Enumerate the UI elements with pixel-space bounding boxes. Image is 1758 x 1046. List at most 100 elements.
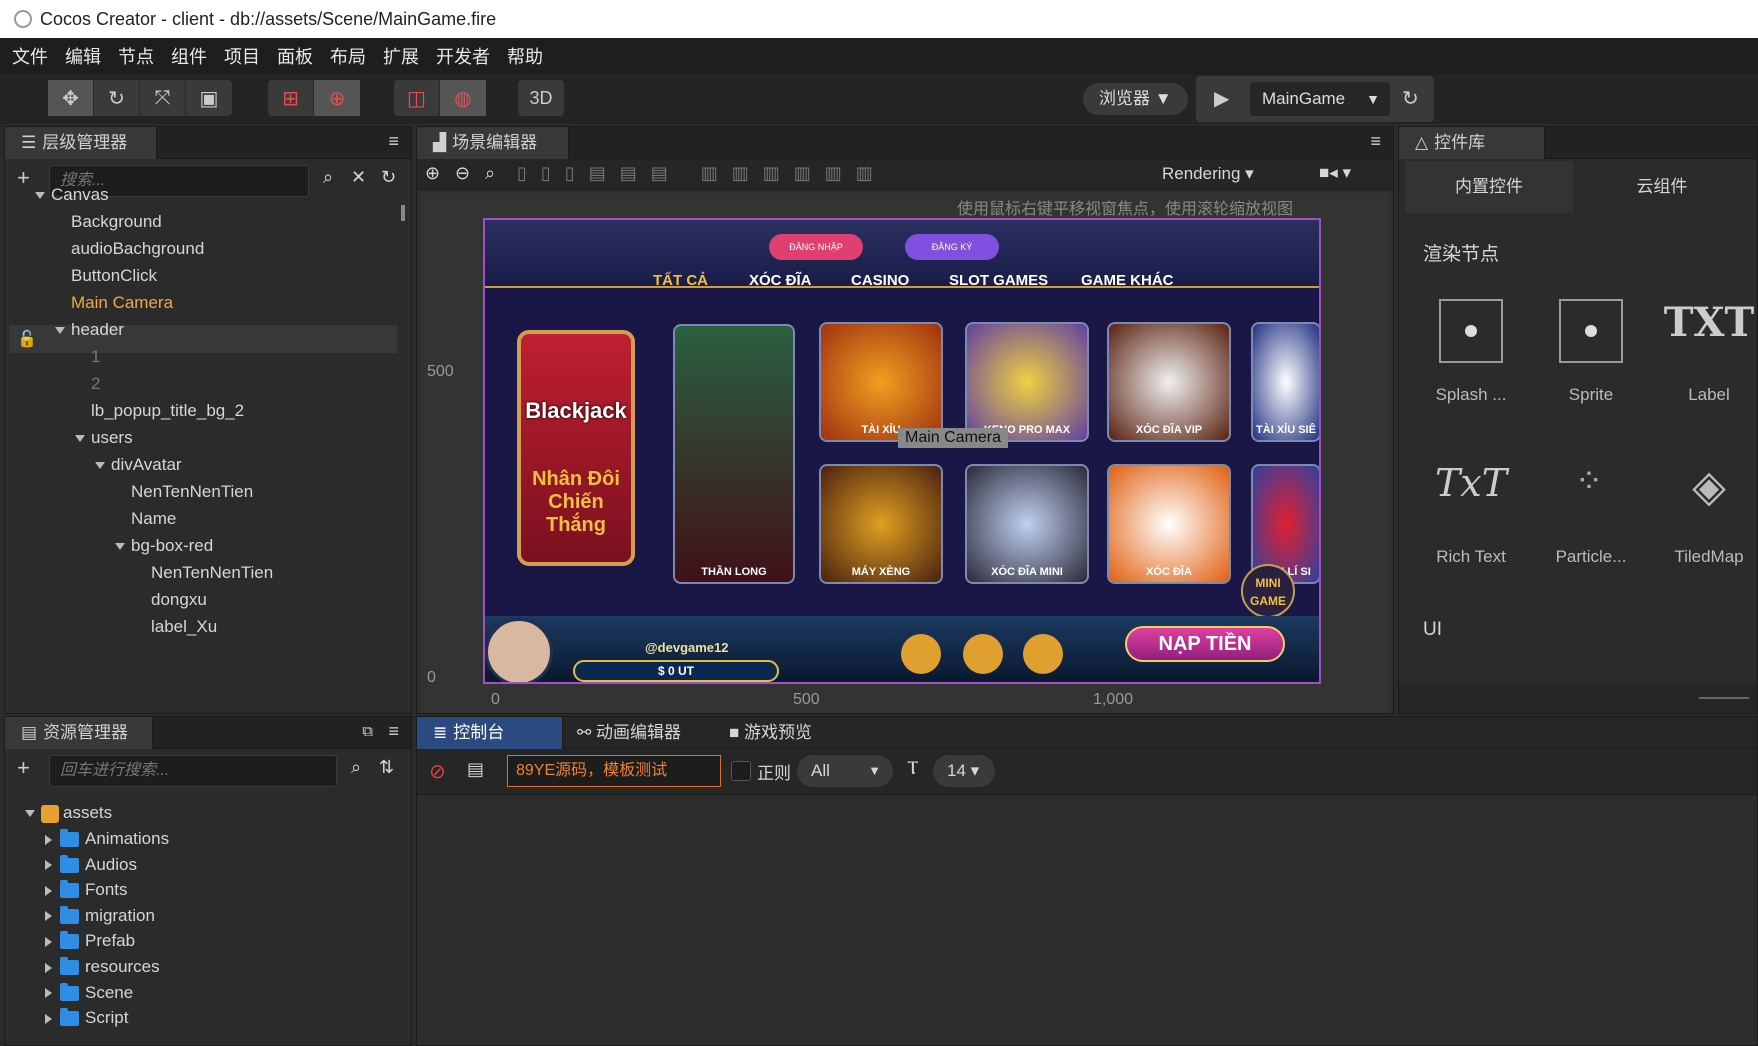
- zoom-in-icon[interactable]: ⊕: [425, 163, 440, 184]
- assets-root[interactable]: assets: [25, 803, 112, 823]
- game-tile-keno[interactable]: KENO PRO MAX: [965, 322, 1089, 442]
- expand-arrow-icon[interactable]: [95, 462, 105, 470]
- pivot-icon[interactable]: ⊞: [268, 80, 314, 116]
- refresh-icon[interactable]: ↻: [381, 167, 396, 188]
- asset-folder[interactable]: Prefab: [45, 931, 135, 951]
- expand-arrow-icon[interactable]: [35, 192, 45, 200]
- menu-panel[interactable]: 面板: [277, 43, 313, 69]
- menu-component[interactable]: 组件: [171, 43, 207, 69]
- scrollbar[interactable]: [401, 205, 405, 221]
- game-tab-all[interactable]: TẤT CẢ: [653, 272, 708, 289]
- tab-builtin[interactable]: 内置控件: [1405, 161, 1573, 213]
- menu-layout[interactable]: 布局: [330, 43, 366, 69]
- expand-arrow-icon[interactable]: [115, 543, 125, 551]
- game-tab-casino[interactable]: CASINO: [851, 272, 909, 289]
- play-icon[interactable]: ▶: [1214, 86, 1229, 111]
- panel-menu-icon[interactable]: ≡: [1370, 131, 1381, 152]
- control-label[interactable]: TXT Label: [1661, 299, 1757, 405]
- game-tab-xocdia[interactable]: XÓC ĐĨA: [749, 272, 812, 289]
- lock-icon[interactable]: 🔓: [17, 329, 37, 349]
- asset-folder[interactable]: Audios: [45, 855, 137, 875]
- regex-checkbox[interactable]: [731, 761, 751, 781]
- panel-menu-icon[interactable]: ≡: [388, 131, 399, 152]
- font-size-select[interactable]: 14 ▾: [933, 755, 995, 787]
- register-button[interactable]: ĐĂNG KÝ: [905, 234, 999, 260]
- hierarchy-node[interactable]: audioBachground: [71, 239, 204, 259]
- hierarchy-node[interactable]: ButtonClick: [71, 266, 157, 286]
- game-tab-other[interactable]: GAME KHÁC: [1081, 272, 1174, 289]
- collapsed-arrow-icon[interactable]: [45, 962, 52, 973]
- log-file-icon[interactable]: ▤: [467, 759, 484, 780]
- phone-icon[interactable]: [901, 634, 941, 674]
- hierarchy-node[interactable]: NenTenNenTien: [131, 482, 253, 502]
- align-tools[interactable]: ▯▯▯▤▤▤ ▥▥▥▥▥▥: [517, 163, 887, 184]
- camera-icon[interactable]: ■◂ ▾: [1319, 163, 1351, 183]
- game-tile-may-xeng[interactable]: MÁY XÈNG: [819, 464, 943, 584]
- nap-tien-button[interactable]: NẠP TIỀN: [1125, 626, 1285, 662]
- assets-search-input[interactable]: 回车进行搜索...: [49, 755, 337, 787]
- menu-extension[interactable]: 扩展: [383, 43, 419, 69]
- tab-game-preview[interactable]: ■ 游戏预览: [729, 717, 812, 749]
- game-tile-xoc-dia-vip[interactable]: XÓC ĐĨA VIP: [1107, 322, 1231, 442]
- tab-hierarchy[interactable]: ☰ 层级管理器: [5, 127, 157, 159]
- control-particle[interactable]: ⁘ Particle...: [1543, 461, 1639, 567]
- search-icon[interactable]: ⌕: [323, 167, 333, 188]
- local-coord-icon[interactable]: ◫: [394, 80, 440, 116]
- control-splash[interactable]: Splash ...: [1423, 299, 1519, 405]
- rotate-tool-icon[interactable]: ↻: [94, 80, 140, 116]
- game-tile-xoc-dia-mini[interactable]: XÓC ĐĨA MINI: [965, 464, 1089, 584]
- control-sprite[interactable]: Sprite: [1543, 299, 1639, 405]
- tab-controls[interactable]: △ 控件库: [1399, 127, 1545, 159]
- tab-animation[interactable]: ⚯ 动画编辑器: [577, 717, 681, 749]
- hierarchy-node[interactable]: Canvas: [35, 185, 109, 205]
- tab-assets[interactable]: ▤ 资源管理器: [5, 717, 153, 749]
- console-filter-input[interactable]: 89YE源码，模板测试: [507, 755, 721, 787]
- login-button[interactable]: ĐĂNG NHẬP: [769, 234, 863, 260]
- tab-scene[interactable]: ▟ 场景编辑器: [417, 127, 569, 159]
- game-tab-slot[interactable]: SLOT GAMES: [949, 272, 1048, 289]
- log-level-select[interactable]: All ▼: [797, 755, 893, 787]
- move-tool-icon[interactable]: ✥: [48, 80, 94, 116]
- tab-cloud[interactable]: 云组件: [1575, 161, 1749, 213]
- expand-arrow-icon[interactable]: [55, 327, 65, 335]
- 3d-toggle-button[interactable]: 3D: [518, 80, 564, 116]
- menu-file[interactable]: 文件: [12, 43, 48, 69]
- asset-folder[interactable]: migration: [45, 906, 155, 926]
- clear-icon[interactable]: ⊘: [429, 759, 446, 784]
- menu-edit[interactable]: 编辑: [65, 43, 101, 69]
- hierarchy-node[interactable]: Background: [71, 212, 162, 232]
- game-tile-tai-xiu-sieu[interactable]: TÀI XỈU SIÊ: [1251, 322, 1319, 442]
- zoom-out-icon[interactable]: ⊖: [455, 163, 470, 184]
- tab-console[interactable]: ≣ 控制台: [417, 717, 563, 749]
- sort-icon[interactable]: ⇅: [379, 757, 394, 778]
- hierarchy-node[interactable]: Name: [131, 509, 176, 529]
- zoom-reset-icon[interactable]: ⌕: [485, 163, 495, 184]
- rendering-select[interactable]: Rendering ▾: [1162, 164, 1254, 184]
- asset-folder[interactable]: resources: [45, 957, 160, 977]
- asset-folder[interactable]: Script: [45, 1008, 128, 1028]
- hierarchy-node[interactable]: NenTenNenTien: [151, 563, 273, 583]
- rect-tool-icon[interactable]: ▣: [186, 80, 232, 116]
- hierarchy-node[interactable]: header: [55, 320, 124, 340]
- collapse-icon[interactable]: ✕: [351, 167, 366, 188]
- menu-help[interactable]: 帮助: [507, 43, 543, 69]
- hierarchy-node[interactable]: lb_popup_title_bg_2: [91, 401, 244, 421]
- avatar[interactable]: [485, 618, 553, 682]
- scene-select[interactable]: MainGame ▼: [1250, 82, 1390, 116]
- panel-menu-icon[interactable]: ≡: [388, 721, 399, 742]
- game-tile-xoc-dia[interactable]: XÓC ĐĨA: [1107, 464, 1231, 584]
- asset-folder[interactable]: Scene: [45, 983, 133, 1003]
- game-tile-tai-xiu[interactable]: TÀI XỈU: [819, 322, 943, 442]
- hierarchy-node[interactable]: 2: [91, 374, 100, 394]
- hierarchy-node[interactable]: Main Camera: [71, 293, 173, 313]
- menu-node[interactable]: 节点: [118, 43, 154, 69]
- back-icon[interactable]: [1023, 634, 1063, 674]
- global-coord-icon[interactable]: ◍: [440, 80, 486, 116]
- mini-game-button[interactable]: MINI GAME: [1241, 564, 1295, 618]
- collapsed-arrow-icon[interactable]: [45, 988, 52, 999]
- hierarchy-node[interactable]: divAvatar: [95, 455, 182, 475]
- asset-folder[interactable]: Animations: [45, 829, 169, 849]
- hierarchy-node[interactable]: 1: [91, 347, 100, 367]
- asset-folder[interactable]: Fonts: [45, 880, 128, 900]
- collapsed-arrow-icon[interactable]: [45, 885, 52, 896]
